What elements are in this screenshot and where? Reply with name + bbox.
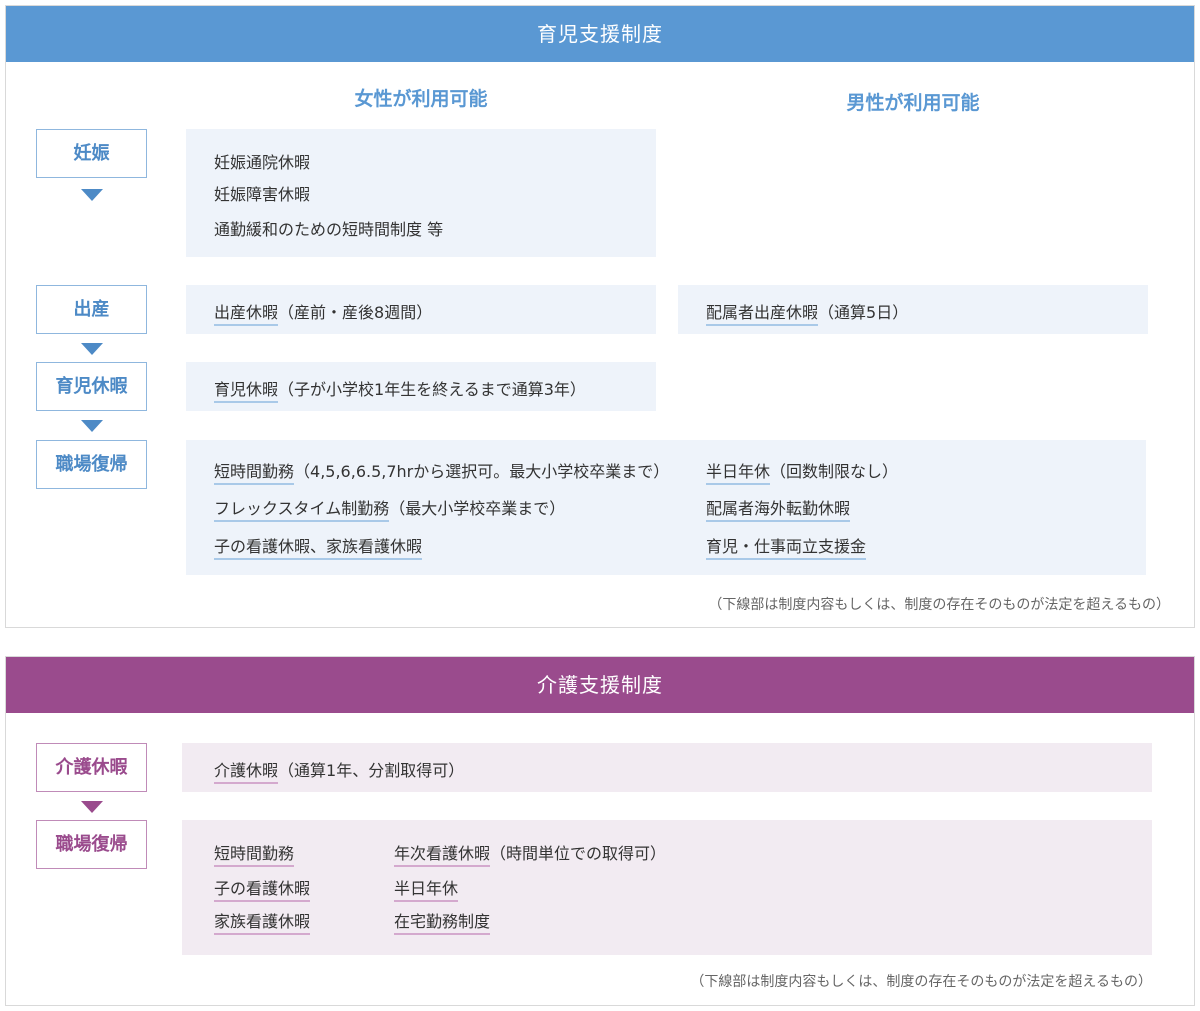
down-arrow-icon	[81, 343, 103, 355]
stage-nursing-leave: 介護休暇	[36, 743, 147, 792]
return-item: 短時間勤務	[214, 840, 295, 867]
childcare-leave-box: 育児休暇（子が小学校1年生を終えるまで通算3年）	[186, 362, 656, 411]
underline-note: （下線部は制度内容もしくは、制度の存在そのものが法定を超えるもの）	[690, 974, 1152, 990]
return-item: フレックスタイム制勤務（最大小学校卒業まで）	[214, 495, 565, 522]
birth-men-box: 配属者出産休暇（通算5日）	[678, 285, 1148, 334]
childcare-support-section: 育児支援制度 女性が利用可能 男性が利用可能 妊娠 出産 育児休暇 職場復帰 妊…	[5, 5, 1195, 628]
stage-pregnancy: 妊娠	[36, 129, 147, 178]
childcare-leave-item: 育児休暇（子が小学校1年生を終えるまで通算3年）	[214, 376, 586, 403]
nursing-return-box: 短時間勤務 子の看護休暇 家族看護休暇 年次看護休暇（時間単位での取得可） 半日…	[182, 820, 1152, 955]
return-item: 家族看護休暇	[214, 908, 311, 935]
maternity-leave-item: 出産休暇（産前・産後8週間）	[214, 299, 432, 326]
nursing-section-title: 介護支援制度	[6, 657, 1194, 713]
stage-birth: 出産	[36, 285, 147, 334]
nursing-leave-item: 介護休暇（通算1年、分割取得可）	[214, 757, 464, 784]
return-item: 配属者海外転勤休暇	[706, 495, 851, 522]
down-arrow-icon	[81, 801, 103, 813]
men-column-header: 男性が利用可能	[846, 92, 980, 114]
stage-return-to-work: 職場復帰	[36, 820, 147, 869]
underline-note: （下線部は制度内容もしくは、制度の存在そのものが法定を超えるもの）	[708, 597, 1170, 613]
down-arrow-icon	[81, 189, 103, 201]
down-arrow-icon	[81, 420, 103, 432]
nursing-care-support-section: 介護支援制度 介護休暇 職場復帰 介護休暇（通算1年、分割取得可） 短時間勤務 …	[5, 656, 1195, 1006]
return-to-work-box: 短時間勤務（4,5,6,6.5,7hrから選択可。最大小学校卒業まで） フレック…	[186, 440, 1146, 575]
women-column-header: 女性が利用可能	[354, 88, 488, 110]
pregnancy-item: 妊娠障害休暇	[214, 185, 311, 204]
return-item: 短時間勤務（4,5,6,6.5,7hrから選択可。最大小学校卒業まで）	[214, 458, 669, 485]
pregnancy-item: 通勤緩和のための短時間制度 等	[214, 220, 444, 239]
return-item: 在宅勤務制度	[394, 908, 491, 935]
stage-return-to-work: 職場復帰	[36, 440, 147, 489]
return-item: 半日年休（回数制限なし）	[706, 458, 898, 485]
stage-childcare-leave: 育児休暇	[36, 362, 147, 411]
return-item: 育児・仕事両立支援金	[706, 533, 867, 560]
spouse-birth-leave-item: 配属者出産休暇（通算5日）	[706, 299, 908, 326]
nursing-leave-box: 介護休暇（通算1年、分割取得可）	[182, 743, 1152, 792]
return-item: 子の看護休暇、家族看護休暇	[214, 533, 423, 560]
childcare-section-title: 育児支援制度	[6, 6, 1194, 62]
return-item: 子の看護休暇	[214, 875, 311, 902]
return-item: 半日年休	[394, 875, 459, 902]
birth-women-box: 出産休暇（産前・産後8週間）	[186, 285, 656, 334]
return-item: 年次看護休暇（時間単位での取得可）	[394, 840, 666, 867]
pregnancy-item: 妊娠通院休暇	[214, 153, 311, 172]
pregnancy-box: 妊娠通院休暇 妊娠障害休暇 通勤緩和のための短時間制度 等	[186, 129, 656, 257]
